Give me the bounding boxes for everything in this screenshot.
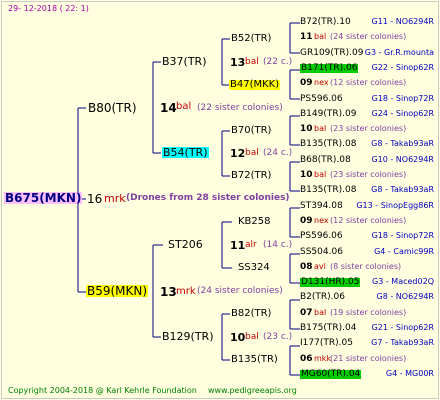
l3-ss324: SS324 — [238, 262, 270, 273]
l1-b59-num: 13 — [160, 285, 177, 299]
l2-st206-tag: alr — [245, 240, 257, 250]
level4-id: G8 - Takab93aR — [371, 185, 434, 194]
l3-b47: B47(MKK) — [229, 79, 281, 90]
l3-b82: B82(TR) — [231, 308, 272, 319]
l2-st206: ST206 — [168, 238, 203, 251]
l2-b54-num: 12 — [230, 147, 246, 160]
level4-gen-num: 07 — [300, 308, 313, 318]
root-note: (Drones from 28 sister colonies) — [126, 193, 290, 203]
pedigree-canvas: 29- 12-2018 ( 22: 1) B675(MKN) 16 mrk (D… — [0, 0, 440, 400]
root-gen-num: 16 — [87, 192, 103, 206]
level4-bee: PS596.06 — [300, 231, 343, 241]
l2-b54-note: (24 c.) — [263, 148, 293, 158]
level4-id: G18 - Sinop72R — [371, 231, 434, 240]
level4-id: G10 - NO6294R — [371, 155, 434, 164]
level4-gen-tag: avl — [314, 262, 326, 271]
l1-b59-note: (24 sister colonies) — [197, 286, 283, 296]
level4-gen-tag: nex — [314, 216, 329, 225]
level4-id: G4 - Camic99R — [374, 247, 434, 256]
l2-st206-note: (14 c.) — [263, 240, 293, 250]
level4-gen-num: 10 — [300, 170, 313, 180]
level4-note: (12 sister colonies) — [330, 216, 407, 225]
l2-b54: B54(TR) — [162, 146, 209, 159]
level4-gen-tag: mkk — [314, 354, 332, 363]
l1-b59: B59(MKN) — [86, 284, 149, 298]
l3-b70: B70(TR) — [231, 125, 272, 136]
level4-gen-tag: bal — [314, 170, 327, 179]
l1-b80-num: 14 — [160, 101, 177, 115]
level4-note: (24 sister colonies) — [330, 32, 407, 41]
l3-b52: B52(TR) — [231, 33, 272, 44]
level4-bee: B72(TR).10 — [300, 17, 351, 27]
l3-b135: B135(TR) — [231, 354, 278, 365]
level4-note: (19 sister colonies) — [330, 308, 407, 317]
root-gen-tag: mrk — [104, 192, 126, 205]
level4-gen-tag: bal — [314, 32, 327, 41]
level4-id: G8 - Takab93aR — [371, 139, 434, 148]
l1-b80: B80(TR) — [88, 101, 137, 115]
l3-kb258: KB258 — [238, 216, 271, 227]
l2-b129-num: 10 — [230, 331, 246, 344]
level4-id: G24 - Sinop62R — [371, 109, 434, 118]
level4-gen-num: 11 — [300, 32, 313, 42]
level4-id: G11 - NO6294R — [371, 17, 434, 26]
l3-b72: B72(TR) — [231, 170, 272, 181]
footer-copyright: Copyright 2004-2018 @ Karl Kehrle Founda… — [8, 386, 197, 395]
root-bee: B675(MKN) — [4, 191, 83, 205]
level4-gen-num: 09 — [300, 216, 313, 226]
level4-note: (23 sister colonies) — [330, 124, 407, 133]
level4-bee: PS596.06 — [300, 94, 343, 104]
level4-id: G18 - Sinop72R — [371, 94, 434, 103]
header-date: 29- 12-2018 ( 22: 1) — [8, 4, 89, 13]
level4-id: G8 - NO6294R — [376, 292, 434, 301]
level4-bee: B175(TR).04 — [300, 323, 357, 333]
level4-bee: GR109(TR).09 — [300, 48, 364, 58]
footer-url: www.pedigreeapis.org — [208, 386, 297, 395]
level4-bee: SS504.06 — [300, 247, 343, 257]
level4-id: G13 - SinopEgg86R — [356, 201, 434, 210]
level4-bee: B2(TR).06 — [300, 292, 345, 302]
l2-b54-tag: bal — [245, 148, 259, 158]
level4-gen-num: 09 — [300, 78, 313, 88]
l1-b59-tag: mrk — [176, 286, 196, 297]
level4-id: G22 - Sinop62R — [371, 63, 434, 72]
l2-b37-tag: bal — [245, 57, 259, 67]
level4-note: (23 sister colonies) — [330, 170, 407, 179]
level4-id: G7 - Takab93aR — [371, 338, 434, 347]
level4-gen-num: 06 — [300, 354, 313, 364]
level4-bee: B149(TR).09 — [300, 109, 357, 119]
level4-id: G21 - Sinop62R — [371, 323, 434, 332]
level4-note: (21 sister colonies) — [330, 354, 407, 363]
level4-bee: I177(TR).05 — [300, 338, 353, 348]
level4-bee: B171(TR).06 — [300, 63, 359, 73]
l2-b129-tag: bal — [245, 332, 259, 342]
level4-bee: B135(TR).08 — [300, 139, 357, 149]
l2-b37-num: 13 — [230, 56, 246, 69]
l1-b80-note: (22 sister colonies) — [197, 103, 283, 113]
level4-note: (12 sister colonies) — [330, 78, 407, 87]
l2-b37: B37(TR) — [162, 55, 207, 68]
level4-bee: B135(TR).08 — [300, 185, 357, 195]
l2-b37-note: (22 c.) — [263, 57, 293, 67]
level4-id: G3 - Gr.R.mounta — [364, 48, 434, 57]
level4-gen-num: 10 — [300, 124, 313, 134]
level4-note: (8 sister colonies) — [330, 262, 402, 271]
l2-b129: B129(TR) — [162, 330, 214, 343]
l2-st206-num: 11 — [230, 239, 246, 252]
level4-bee: ST394.08 — [300, 201, 343, 211]
l1-b80-tag: bal — [176, 101, 192, 112]
level4-id: G4 - MG00R — [385, 369, 434, 378]
l2-b129-note: (23 c.) — [263, 332, 293, 342]
level4-gen-tag: nex — [314, 78, 329, 87]
level4-gen-tag: bal — [314, 124, 327, 133]
level4-bee: B68(TR).08 — [300, 155, 351, 165]
level4-bee: D131(HR).05 — [300, 277, 361, 287]
level4-gen-num: 08 — [300, 262, 313, 272]
level4-gen-tag: bal — [314, 308, 327, 317]
level4-id: G3 - Maced02Q — [372, 277, 434, 286]
level4-bee: MG60(TR).04 — [300, 369, 362, 379]
